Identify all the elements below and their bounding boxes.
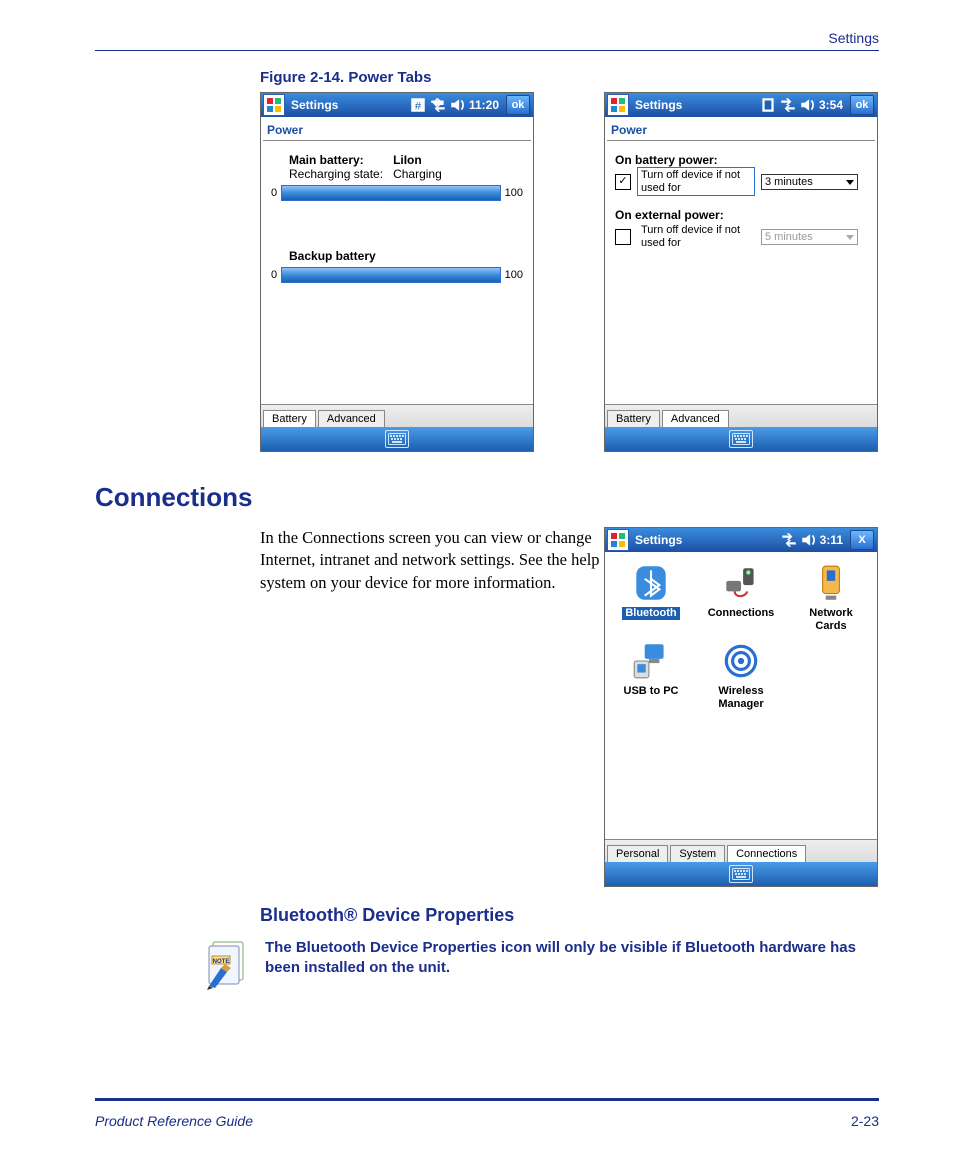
header-rule xyxy=(95,50,879,51)
tab-advanced[interactable]: Advanced xyxy=(318,410,385,427)
wm-title: Settings xyxy=(291,98,338,112)
divider xyxy=(263,140,531,141)
wm-title: Settings xyxy=(635,533,682,547)
tab-advanced[interactable]: Advanced xyxy=(662,410,729,427)
footer-rule xyxy=(95,1098,879,1101)
external-power-label: On external power: xyxy=(615,208,867,222)
figure-caption: Figure 2-14. Power Tabs xyxy=(260,69,879,86)
backup-battery-label: Backup battery xyxy=(289,249,523,263)
ok-button[interactable]: ok xyxy=(850,95,874,115)
connectivity-icon[interactable] xyxy=(779,96,797,114)
scale-max: 100 xyxy=(505,187,523,199)
icon-wireless-manager[interactable]: Wireless Manager xyxy=(703,640,779,710)
icon-usb-to-pc[interactable]: USB to PC xyxy=(613,640,689,710)
header-section: Settings xyxy=(95,30,879,46)
tab-battery[interactable]: Battery xyxy=(263,410,316,427)
scale-min: 0 xyxy=(271,187,277,199)
divider xyxy=(607,140,875,141)
keyboard-icon[interactable] xyxy=(729,865,753,883)
icon-bluetooth[interactable]: Bluetooth xyxy=(613,562,689,632)
tab-connections[interactable]: Connections xyxy=(727,845,806,862)
footer-page: 2-23 xyxy=(851,1113,879,1129)
tab-battery[interactable]: Battery xyxy=(607,410,660,427)
wm-bottombar xyxy=(605,862,877,886)
recharging-value: Charging xyxy=(393,167,442,181)
icon-label: USB to PC xyxy=(624,685,679,698)
wm-title: Settings xyxy=(635,98,682,112)
external-turnoff-checkbox[interactable] xyxy=(615,229,631,245)
connections-body: In the Connections screen you can view o… xyxy=(260,527,600,594)
tab-system[interactable]: System xyxy=(670,845,725,862)
close-button[interactable]: X xyxy=(850,530,874,550)
main-battery-type: LiIon xyxy=(393,153,442,167)
volume-icon[interactable] xyxy=(449,96,467,114)
screenshot-power-battery: Settings # 11:20 ok Power Main battery: … xyxy=(260,92,534,452)
icon-label: Connections xyxy=(708,607,775,620)
battery-turnoff-checkbox[interactable]: ✓ xyxy=(615,174,631,190)
svg-text:NOTE: NOTE xyxy=(213,959,230,965)
scale-max: 100 xyxy=(505,269,523,281)
keyboard-icon[interactable] xyxy=(385,430,409,448)
wm-clock: 3:11 xyxy=(820,533,843,547)
external-minutes-select[interactable]: 5 minutes xyxy=(761,229,858,245)
battery-turnoff-label: Turn off device if not used for xyxy=(637,167,755,196)
icon-connections[interactable]: Connections xyxy=(703,562,779,632)
bluetooth-heading: Bluetooth® Device Properties xyxy=(260,905,879,926)
connectivity-icon[interactable] xyxy=(780,531,798,549)
footer-left: Product Reference Guide xyxy=(95,1113,253,1129)
svg-text:#: # xyxy=(415,101,422,113)
note-text: The Bluetooth Device Properties icon wil… xyxy=(265,938,875,979)
icon-label: Network Cards xyxy=(793,607,869,632)
icon-network-cards[interactable]: Network Cards xyxy=(793,562,869,632)
signal-icon[interactable] xyxy=(759,96,777,114)
ok-button[interactable]: ok xyxy=(506,95,530,115)
power-section-label: Power xyxy=(605,117,877,137)
wm-clock: 11:20 xyxy=(469,98,499,112)
main-battery-label: Main battery: xyxy=(289,153,383,167)
start-flag-icon[interactable] xyxy=(607,94,629,116)
external-turnoff-label: Turn off device if not used for xyxy=(637,222,755,251)
wm-titlebar: Settings 3:54 ok xyxy=(605,93,877,117)
wm-bottombar xyxy=(261,427,533,451)
scale-min: 0 xyxy=(271,269,277,281)
wm-tabs: Personal System Connections xyxy=(605,839,877,862)
battery-power-label: On battery power: xyxy=(615,153,867,167)
keyboard-icon[interactable] xyxy=(729,430,753,448)
connections-heading: Connections xyxy=(95,482,879,513)
wm-titlebar: Settings 3:11 X xyxy=(605,528,877,552)
tab-personal[interactable]: Personal xyxy=(607,845,668,862)
screenshot-connections: Settings 3:11 X Bluetooth Connections xyxy=(604,527,878,887)
volume-icon[interactable] xyxy=(800,531,818,549)
power-section-label: Power xyxy=(261,117,533,137)
recharging-label: Recharging state: xyxy=(289,167,383,181)
wm-bottombar xyxy=(605,427,877,451)
start-flag-icon[interactable] xyxy=(607,529,629,551)
main-battery-bar xyxy=(281,185,501,201)
wm-titlebar: Settings # 11:20 ok xyxy=(261,93,533,117)
start-flag-icon[interactable] xyxy=(263,94,285,116)
volume-icon[interactable] xyxy=(799,96,817,114)
note-icon: NOTE xyxy=(203,938,255,990)
wm-clock: 3:54 xyxy=(819,98,843,112)
icon-label: Bluetooth xyxy=(622,607,679,620)
connectivity-icon[interactable] xyxy=(429,96,447,114)
wm-tabs: Battery Advanced xyxy=(261,404,533,427)
screenshot-power-advanced: Settings 3:54 ok Power On battery power:… xyxy=(604,92,878,452)
icon-label: Wireless Manager xyxy=(703,685,779,710)
wm-tabs: Battery Advanced xyxy=(605,404,877,427)
backup-battery-bar xyxy=(281,267,501,283)
battery-minutes-select[interactable]: 3 minutes xyxy=(761,174,858,190)
signal-icon[interactable]: # xyxy=(409,96,427,114)
